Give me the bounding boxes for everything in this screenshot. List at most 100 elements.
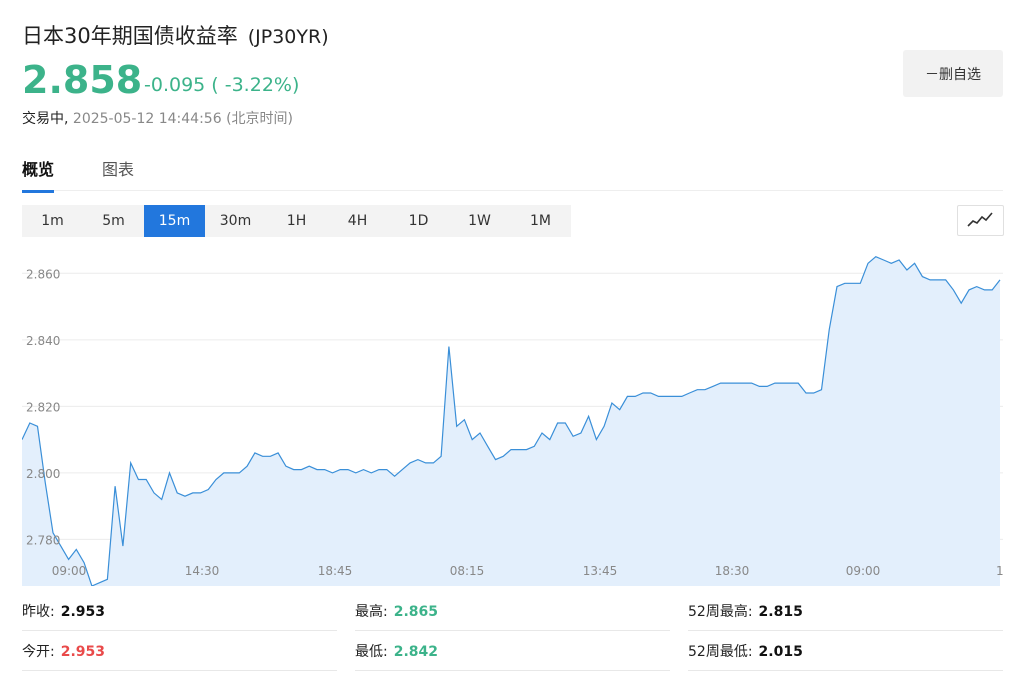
data-point [921,276,923,278]
data-point [642,392,644,394]
data-point [867,262,869,264]
trading-status: 交易中, 2025-05-12 14:44:56 (北京时间) [22,108,293,128]
data-point [595,439,597,441]
data-point [448,345,450,347]
status-text: 交易中, [22,111,69,127]
data-point [192,492,194,494]
data-point [696,389,698,391]
data-point [689,392,691,394]
data-point [580,432,582,434]
data-point [634,395,636,397]
data-point [238,472,240,474]
stat-52w-low: 52周最低: 2.015 [688,636,1003,671]
remove-watchlist-button[interactable]: －删自选 [903,50,1003,97]
data-point [983,289,985,291]
x-tick-label: 14:3 [996,564,1003,578]
data-point [456,425,458,427]
current-price: 2.858 [22,58,143,102]
data-point [603,425,605,427]
data-point [875,256,877,258]
data-point [355,472,357,474]
period-5m[interactable]: 5m [83,205,144,237]
data-point [370,472,372,474]
x-tick-label: 13:45 [583,564,618,578]
tab-overview[interactable]: 概览 [22,156,55,193]
period-4h[interactable]: 4H [327,205,388,237]
period-1h[interactable]: 1H [266,205,327,237]
data-point [401,469,403,471]
data-point [417,459,419,461]
data-point [735,382,737,384]
x-tick-label: 14:30 [185,564,220,578]
stat-label: 最高: [355,604,388,620]
data-point [541,432,543,434]
line-chart-icon [967,212,993,227]
data-point [619,409,621,411]
x-tick-label: 08:15 [450,564,485,578]
y-tick-label: 2.840 [26,334,60,348]
data-point [883,259,885,261]
period-1mo[interactable]: 1M [510,205,571,237]
data-point [200,492,202,494]
chart-type-button[interactable] [957,205,1004,236]
data-point [564,422,566,424]
stat-prev-close: 昨收: 2.953 [22,596,337,631]
data-point [300,469,302,471]
data-point [898,259,900,261]
stat-value: 2.953 [60,604,106,620]
data-point [681,395,683,397]
data-point [207,489,209,491]
y-tick-label: 2.800 [26,467,60,481]
period-30m[interactable]: 30m [205,205,266,237]
data-point [44,482,46,484]
data-point [347,469,349,471]
data-point [650,392,652,394]
data-point [526,449,528,451]
period-1m[interactable]: 1m [22,205,83,237]
data-point [852,282,854,284]
data-point [751,382,753,384]
data-point [611,402,613,404]
data-point [720,382,722,384]
data-point [130,462,132,464]
stat-label: 52周最高: [688,604,753,620]
data-point [727,382,729,384]
data-point [999,279,1001,281]
data-point [502,455,504,457]
data-point [572,435,574,437]
stat-high: 最高: 2.865 [355,596,670,631]
x-tick-label: 09:00 [846,564,881,578]
data-point [137,479,139,481]
instrument-name: 日本30年期国债收益率 [22,24,238,48]
data-point [75,548,77,550]
price-change: -0.095 ( -3.22%) [144,74,300,96]
data-point [557,422,559,424]
y-tick-label: 2.860 [26,267,60,281]
tab-chart[interactable]: 图表 [102,156,134,190]
data-point [588,415,590,417]
data-point [952,289,954,291]
period-1d[interactable]: 1D [388,205,449,237]
data-point [890,262,892,264]
tab-bar: 概览 图表 [22,150,1003,193]
data-point [471,439,473,441]
data-point [510,449,512,451]
period-1w[interactable]: 1W [449,205,510,237]
data-point [774,382,776,384]
data-point [254,452,256,454]
data-point [161,499,163,501]
data-point [929,279,931,281]
stat-value: 2.842 [393,644,439,660]
timezone: (北京时间) [226,111,293,127]
data-point [114,485,116,487]
data-point [828,329,830,331]
x-tick-label: 18:30 [715,564,750,578]
period-15m[interactable]: 15m [144,205,205,237]
y-tick-label: 2.820 [26,400,60,414]
data-point [937,279,939,281]
data-point [277,452,279,454]
data-point [285,465,287,467]
data-point [976,286,978,288]
stat-value: 2.953 [60,644,106,660]
data-point [518,449,520,451]
